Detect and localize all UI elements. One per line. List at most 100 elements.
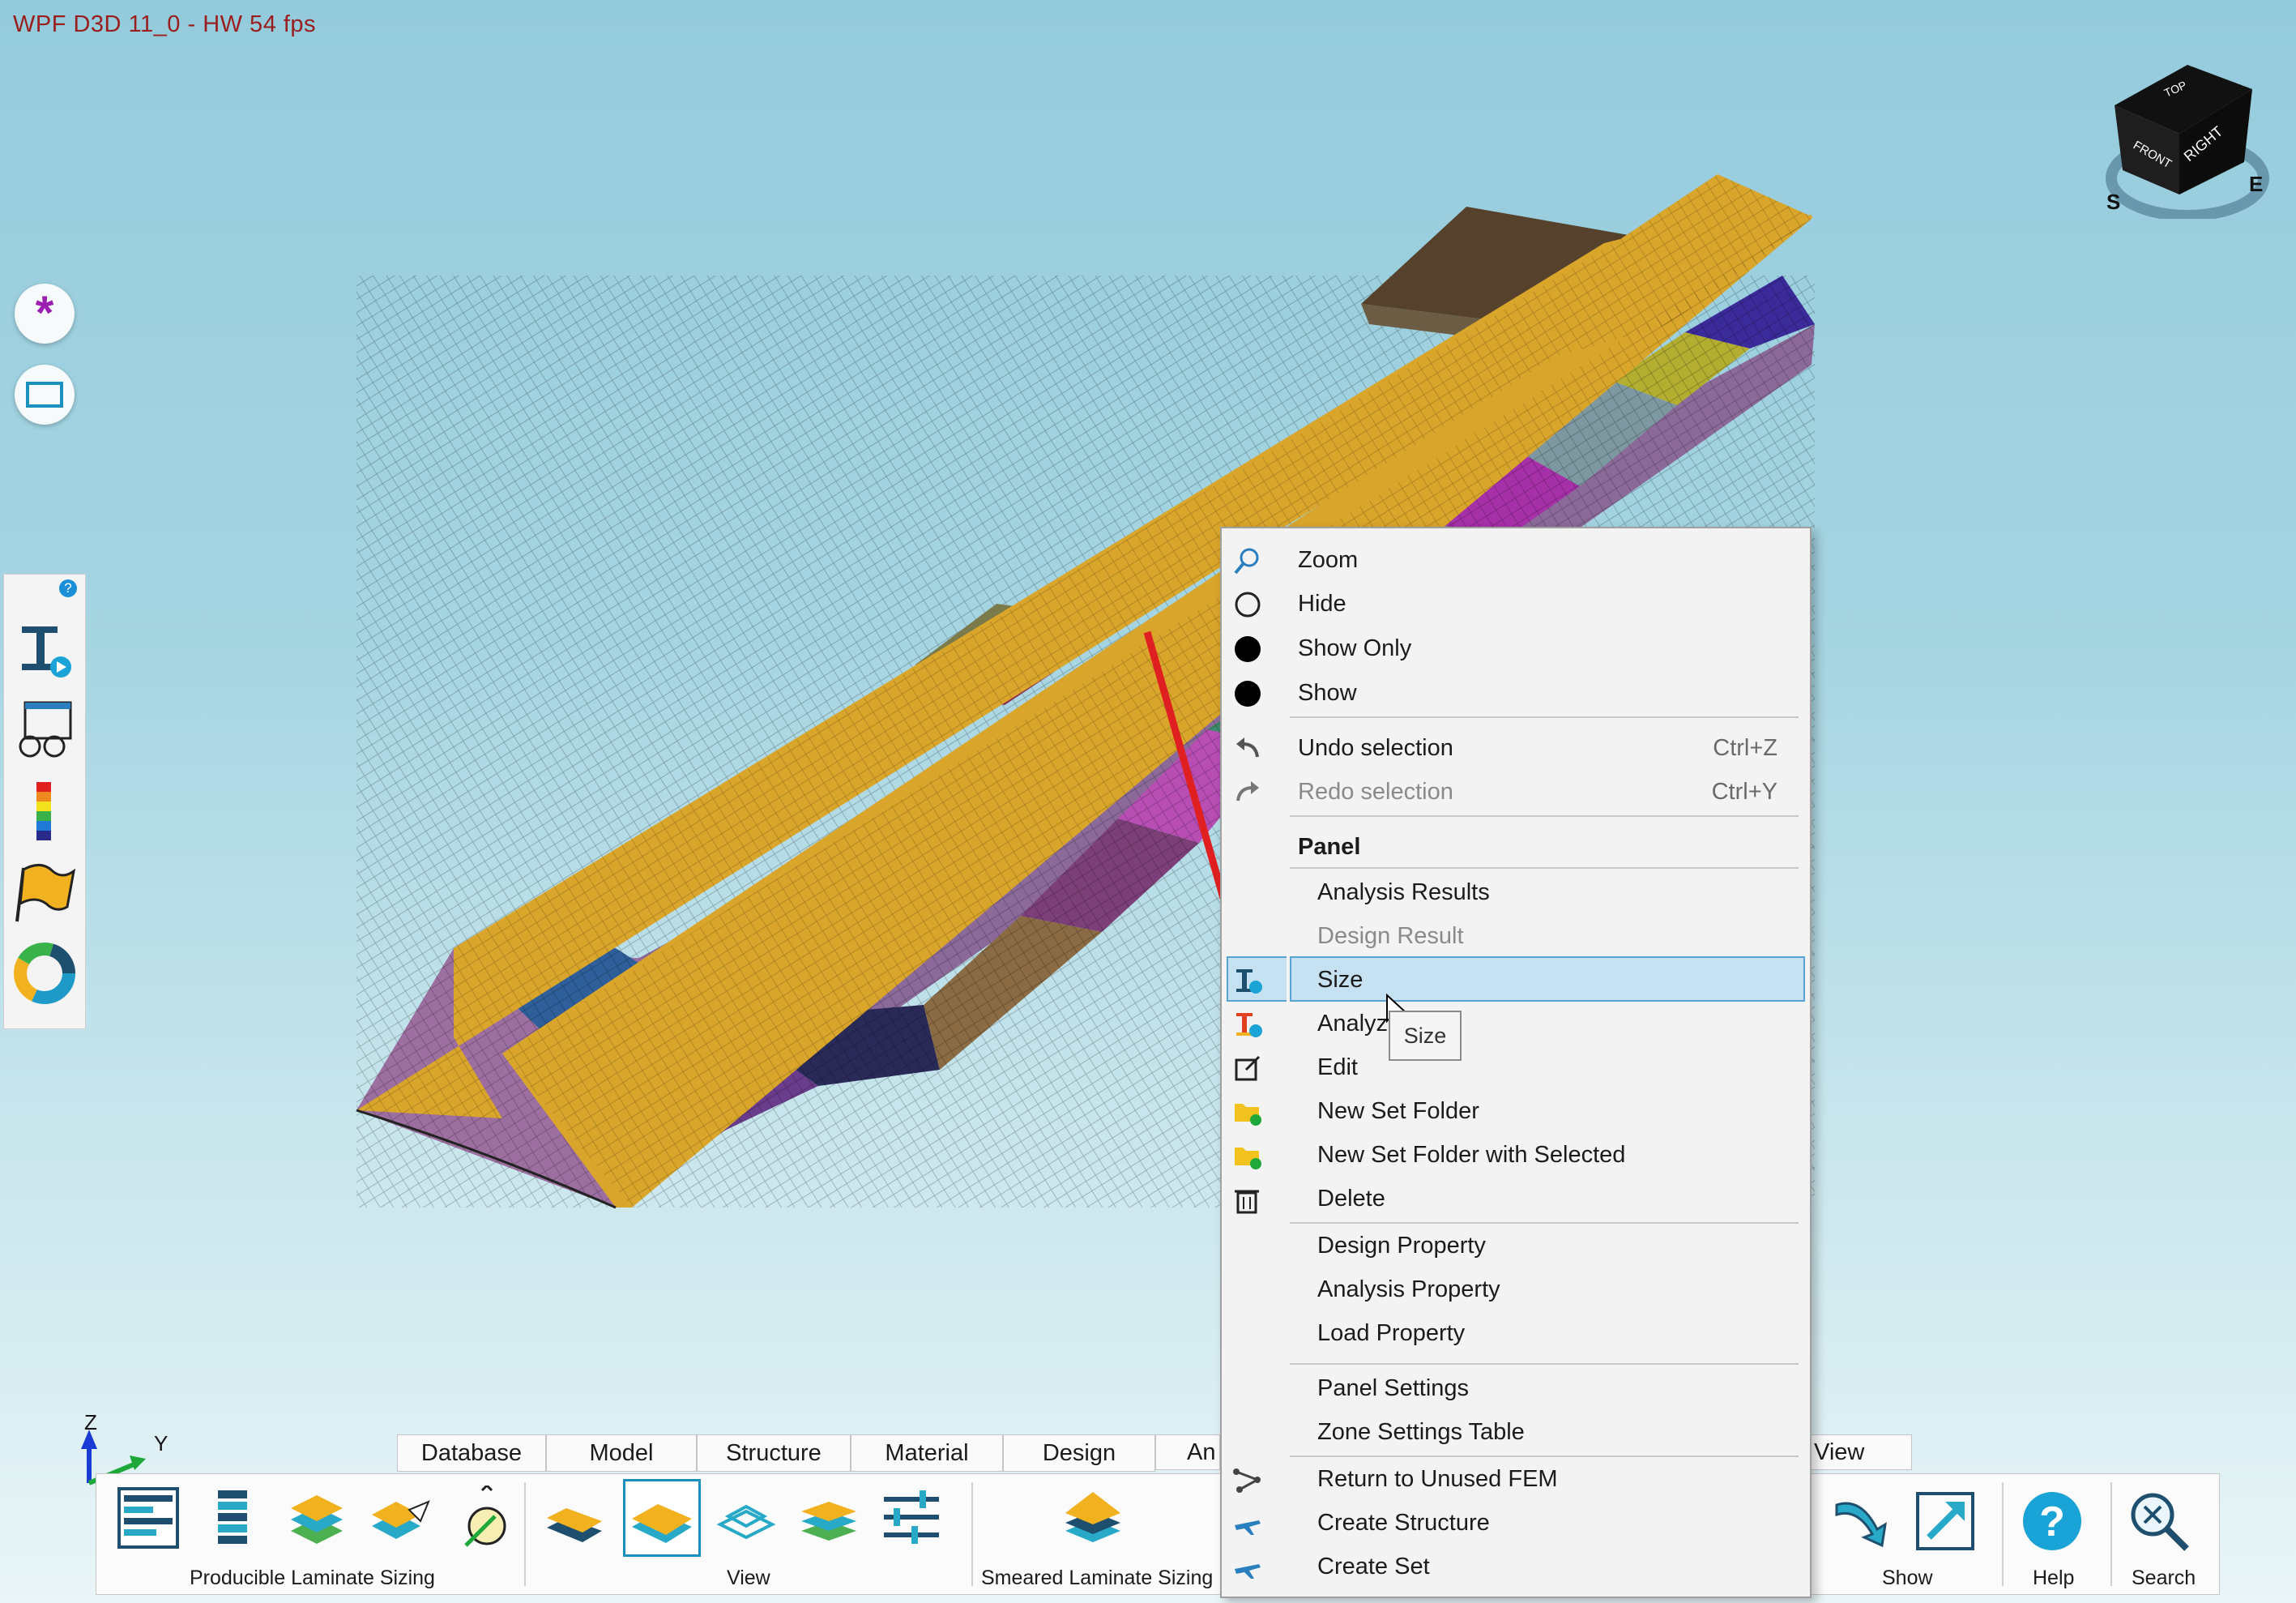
tab-analysis[interactable]: An [1155, 1434, 1220, 1470]
folder-add-icon [1235, 1104, 1261, 1126]
group-producible-label: Producible Laminate Sizing [190, 1567, 435, 1589]
menu-item-return-unused-fem[interactable]: Return to Unused FEM [1222, 1457, 1810, 1501]
menu-separator [1290, 1363, 1799, 1365]
menu-item-design-property[interactable]: Design Property [1222, 1224, 1810, 1267]
ply-stack-button[interactable] [202, 1485, 267, 1550]
filled-circle-icon [1235, 681, 1261, 707]
axis-y-label: Y [154, 1431, 169, 1456]
menu-item-hide[interactable]: Hide [1222, 582, 1810, 626]
rectangle-icon [26, 382, 63, 408]
ribbon-right: Show ? Help Search [1810, 1473, 2220, 1595]
show-export-button[interactable] [1913, 1489, 1978, 1554]
magnifier-icon [2131, 1493, 2189, 1551]
ply-stack-icon [218, 1490, 247, 1544]
view-stack-button[interactable] [796, 1485, 861, 1550]
menu-separator [1290, 716, 1799, 718]
undo-icon [1236, 737, 1259, 758]
view-surface-icon [632, 1504, 692, 1543]
stack-icon [801, 1502, 856, 1541]
ply-drop-button[interactable] [450, 1483, 514, 1550]
airplane-icon [1235, 1520, 1261, 1535]
flag-tool-button[interactable] [14, 860, 76, 925]
menu-item-show-only[interactable]: Show Only [1222, 626, 1810, 670]
tab-design[interactable]: Design [1003, 1434, 1155, 1472]
show-sweep-button[interactable] [1829, 1489, 1893, 1554]
menu-item-delete[interactable]: Delete [1222, 1177, 1810, 1220]
box-select-button[interactable] [15, 365, 75, 425]
sliders-icon [884, 1490, 939, 1544]
edit-icon [1235, 1055, 1261, 1081]
select-all-button[interactable]: * [15, 284, 75, 344]
group-smeared-label: Smeared Laminate Sizing [981, 1567, 1214, 1589]
laminate-table-button[interactable] [116, 1485, 181, 1550]
sizing-tool-button[interactable] [14, 617, 75, 682]
layers-icon [291, 1495, 343, 1544]
ribbon-left: Producible Laminate Sizing View Smeared … [96, 1473, 1223, 1595]
group-search-label: Search [2132, 1567, 2196, 1589]
size-tooltip: Size [1389, 1011, 1462, 1061]
group-help-label: Help [2033, 1567, 2075, 1589]
donut-chart-icon [14, 943, 75, 1004]
fem-nodes-icon [1233, 1468, 1261, 1493]
layered-sizing-button[interactable] [284, 1485, 349, 1550]
menu-item-zone-settings-table[interactable]: Zone Settings Table [1222, 1410, 1810, 1454]
menu-item-show[interactable]: Show [1222, 671, 1810, 715]
view-settings-button[interactable] [879, 1485, 944, 1550]
view-outline-button[interactable] [714, 1485, 779, 1550]
tab-structure[interactable]: Structure [697, 1434, 851, 1472]
axis-z-label: Z [84, 1410, 97, 1434]
help-circle-icon: ? [2023, 1492, 2081, 1550]
view-layer-button-1[interactable] [542, 1485, 607, 1550]
help-button[interactable]: ? [2020, 1489, 2085, 1554]
help-icon[interactable]: ? [59, 579, 77, 597]
compass-e-label: E [2249, 172, 2263, 196]
export-arrow-icon [1916, 1492, 1974, 1550]
tab-material[interactable]: Material [851, 1434, 1003, 1472]
glasses-icon [19, 701, 72, 758]
trash-icon [1235, 1190, 1259, 1214]
menu-item-new-set-folder-selected[interactable]: New Set Folder with Selected [1222, 1133, 1810, 1177]
asterisk-icon: * [35, 287, 54, 340]
menu-item-new-set-folder[interactable]: New Set Folder [1222, 1089, 1810, 1133]
menu-item-design-result[interactable]: Design Result [1222, 914, 1810, 958]
redo-icon [1236, 781, 1259, 802]
view-cube[interactable]: TOP FRONT RIGHT S E [2098, 57, 2277, 221]
menu-item-zoom[interactable]: Zoom [1222, 538, 1810, 582]
menu-section-panel: Panel [1298, 834, 1361, 860]
sweep-icon [1835, 1502, 1887, 1548]
wing-model[interactable] [0, 0, 2296, 1603]
tab-database[interactable]: Database [397, 1434, 546, 1472]
menu-item-edit[interactable]: Edit [1222, 1045, 1810, 1089]
menu-item-analysis-results[interactable]: Analysis Results [1222, 870, 1810, 914]
left-tool-panel: ? [3, 574, 86, 1029]
contour-tool-button[interactable] [14, 779, 75, 844]
sizing-icon [1236, 969, 1262, 994]
menu-item-create-structure[interactable]: Create Structure [1222, 1501, 1810, 1545]
menu-item-undo[interactable]: Undo selection Ctrl+Z [1222, 726, 1810, 770]
search-button[interactable] [2127, 1489, 2191, 1554]
zoom-icon [1234, 548, 1259, 575]
tab-model[interactable]: Model [546, 1434, 697, 1472]
smeared-laminate-button[interactable] [1061, 1485, 1125, 1550]
3d-viewport[interactable]: WPF D3D 11_0 - HW 54 fps TOP FRONT RIGHT… [0, 0, 2296, 1603]
menu-item-redo[interactable]: Redo selection Ctrl+Y [1222, 770, 1810, 814]
group-view-label: View [727, 1567, 770, 1589]
menu-item-analysis-property[interactable]: Analysis Property [1222, 1267, 1810, 1311]
view-layer-button-2-active[interactable] [623, 1479, 701, 1557]
ribbon-divider [524, 1482, 526, 1586]
context-menu: Zoom Hide Show Only Show Undo selection … [1220, 527, 1812, 1598]
menu-item-create-set[interactable]: Create Set [1222, 1545, 1810, 1588]
ribbon-divider [2002, 1482, 2004, 1586]
chart-tool-button[interactable] [14, 941, 75, 1006]
tab-view[interactable]: View [1808, 1434, 1912, 1470]
menu-item-analyze[interactable]: Analyze [1222, 1002, 1810, 1045]
layer-edit-button[interactable] [367, 1485, 432, 1550]
ribbon-divider [971, 1482, 973, 1586]
circle-outline-icon [1235, 592, 1261, 618]
menu-item-panel-settings[interactable]: Panel Settings [1222, 1366, 1810, 1410]
menu-item-size[interactable]: Size [1222, 958, 1810, 1002]
viewer-tool-button[interactable] [14, 698, 75, 763]
menu-item-load-property[interactable]: Load Property [1222, 1311, 1810, 1355]
menu-separator [1290, 867, 1799, 869]
layer-pen-icon [372, 1500, 430, 1539]
